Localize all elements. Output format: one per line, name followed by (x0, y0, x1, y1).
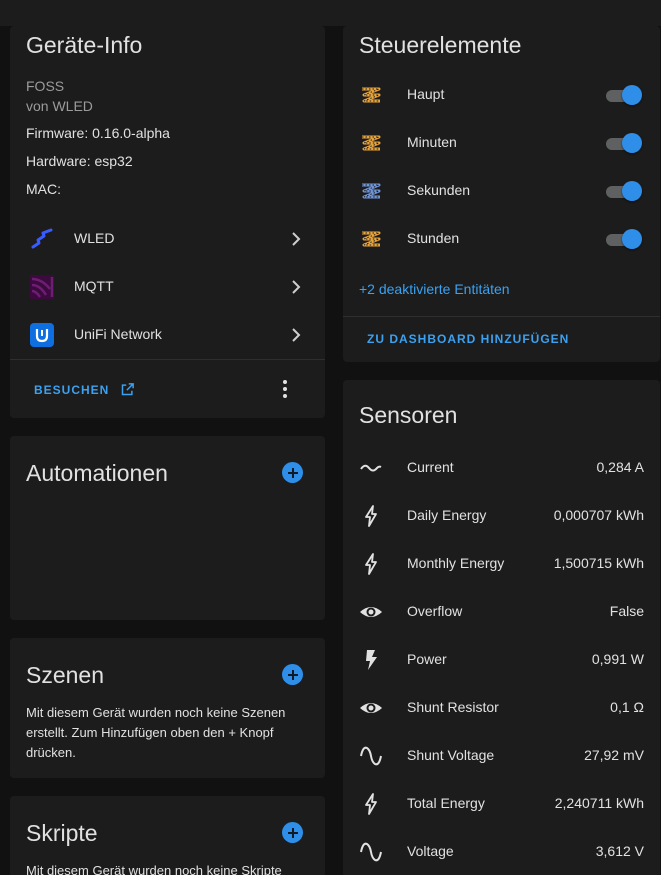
sensor-row-overflow[interactable]: Overflow False (343, 588, 660, 636)
control-row-sekunden[interactable]: Sekunden (343, 167, 660, 215)
device-model-name: FOSS (26, 78, 65, 94)
toggle-switch[interactable] (604, 84, 642, 106)
automations-title: Automationen (26, 460, 168, 486)
sensor-label: Power (407, 651, 447, 667)
led-strip-icon (362, 183, 381, 199)
scripts-empty-text: Mit diesem Gerät wurden noch keine Skrip… (26, 863, 282, 875)
current-ac-icon (360, 464, 382, 472)
sensor-label: Shunt Resistor (407, 699, 499, 715)
integration-label: UniFi Network (74, 326, 162, 342)
device-info-title: Geräte-Info (26, 32, 143, 58)
scripts-card: Skripte Mit diesem Gerät wurden noch kei… (10, 796, 325, 875)
firmware-version: Firmware: 0.16.0-alpha (26, 125, 170, 141)
chevron-right-icon (292, 232, 301, 246)
automations-card: Automationen (10, 436, 325, 620)
sensor-label: Overflow (407, 603, 463, 619)
sensor-row-current[interactable]: Current 0,284 A (343, 444, 660, 492)
top-app-bar (0, 0, 661, 26)
chevron-right-icon (292, 280, 301, 294)
lightning-bolt-icon (365, 553, 377, 575)
sine-wave-icon (360, 842, 382, 862)
mqtt-icon (30, 275, 54, 299)
toggle-switch[interactable] (604, 180, 642, 202)
card-divider (343, 316, 660, 317)
integration-label: MQTT (74, 278, 114, 294)
eye-icon (360, 607, 382, 617)
flash-icon (366, 650, 377, 670)
toggle-switch[interactable] (604, 132, 642, 154)
controls-title: Steuerelemente (359, 32, 522, 58)
sensor-value: 3,612 V (595, 843, 644, 859)
integration-wled[interactable]: WLED (10, 215, 325, 263)
scenes-empty-text: Mit diesem Gerät wurden noch keine Szene… (26, 705, 286, 760)
control-row-haupt[interactable]: Haupt (343, 71, 660, 119)
sensor-label: Monthly Energy (407, 555, 505, 571)
sensor-row-daily-energy[interactable]: Daily Energy 0,000707 kWh (343, 492, 660, 540)
hardware-version: Hardware: esp32 (26, 153, 133, 169)
open-in-new-icon (121, 383, 134, 396)
integration-mqtt[interactable]: MQTT (10, 263, 325, 311)
control-row-minuten[interactable]: Minuten (343, 119, 660, 167)
sensor-label: Daily Energy (407, 507, 487, 523)
sensor-row-shunt-resistor[interactable]: Shunt Resistor 0,1 Ω (343, 684, 660, 732)
more-options-icon[interactable] (273, 377, 297, 401)
eye-icon (360, 703, 382, 713)
sensor-value: False (609, 603, 644, 619)
sensor-label: Current (407, 459, 454, 475)
device-info-card: Geräte-Info FOSS von WLED Firmware: 0.16… (10, 26, 325, 418)
card-divider (10, 359, 325, 360)
control-label: Haupt (407, 86, 445, 102)
toggle-switch[interactable] (604, 228, 642, 250)
device-model: FOSS von WLED (26, 76, 93, 116)
scenes-title: Szenen (26, 662, 105, 688)
sensor-label: Voltage (407, 843, 454, 859)
device-manufacturer: von WLED (26, 98, 93, 114)
led-strip-icon (362, 231, 381, 247)
sensors-title: Sensoren (359, 402, 458, 428)
sensor-label: Shunt Voltage (407, 747, 495, 763)
chevron-right-icon (292, 328, 301, 342)
control-label: Stunden (407, 230, 460, 246)
add-automation-button[interactable] (282, 462, 303, 483)
disabled-entities-link[interactable]: +2 deaktivierte Entitäten (359, 281, 510, 297)
scripts-title: Skripte (26, 820, 98, 846)
lightning-bolt-icon (365, 793, 377, 815)
unifi-icon (30, 323, 54, 347)
visit-button[interactable]: BESUCHEN (34, 382, 135, 397)
sensor-value: 0,1 Ω (610, 699, 644, 715)
led-strip-icon (362, 87, 381, 103)
lightning-bolt-icon (365, 505, 377, 527)
sensor-value: 0,284 A (596, 459, 645, 475)
sensors-card: Sensoren Current 0,284 A Daily Energy 0,… (343, 380, 660, 875)
sensor-row-total-energy[interactable]: Total Energy 2,240711 kWh (343, 780, 660, 828)
add-to-dashboard-button[interactable]: ZU DASHBOARD HINZUFÜGEN (367, 332, 569, 346)
sensor-value: 27,92 mV (584, 747, 644, 763)
wled-icon (31, 228, 53, 249)
sensor-row-monthly-energy[interactable]: Monthly Energy 1,500715 kWh (343, 540, 660, 588)
led-strip-icon (362, 135, 381, 151)
sensor-row-shunt-voltage[interactable]: Shunt Voltage 27,92 mV (343, 732, 660, 780)
mac-address: MAC: (26, 181, 61, 197)
visit-label: BESUCHEN (34, 383, 110, 397)
scenes-card: Szenen Mit diesem Gerät wurden noch kein… (10, 638, 325, 778)
sensor-value: 2,240711 kWh (554, 795, 644, 811)
sensor-value: 1,500715 kWh (553, 555, 644, 571)
sensor-row-voltage[interactable]: Voltage 3,612 V (343, 828, 660, 875)
controls-card: Steuerelemente Haupt Minuten Sekunden St… (343, 26, 660, 362)
integration-label: WLED (74, 230, 115, 246)
add-scene-button[interactable] (282, 664, 303, 685)
control-label: Sekunden (407, 182, 471, 198)
sensor-row-power[interactable]: Power 0,991 W (343, 636, 660, 684)
add-script-button[interactable] (282, 822, 303, 843)
sensor-value: 0,991 W (591, 651, 644, 667)
integration-unifi[interactable]: UniFi Network (10, 311, 325, 359)
control-row-stunden[interactable]: Stunden (343, 215, 660, 263)
sensor-value: 0,000707 kWh (553, 507, 644, 523)
sine-wave-icon (360, 746, 382, 766)
sensor-label: Total Energy (407, 795, 485, 811)
control-label: Minuten (407, 134, 457, 150)
